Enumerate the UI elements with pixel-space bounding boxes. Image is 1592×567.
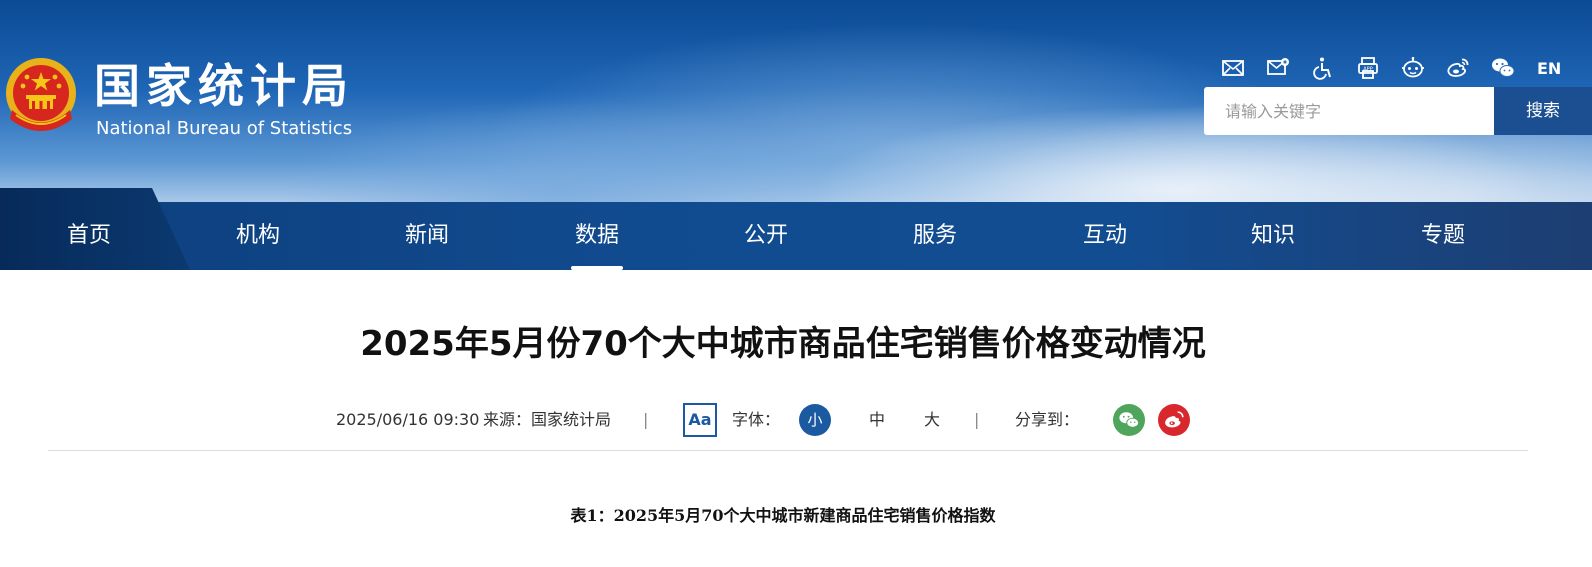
nav-item-home[interactable]: 首页 (29, 202, 149, 270)
meta-separator: | (643, 410, 649, 429)
nav-item-organization[interactable]: 机构 (198, 202, 318, 270)
publish-datetime: 2025/06/16 09:30 (336, 410, 480, 429)
site-name-chinese[interactable]: 国家统计局 (94, 58, 354, 114)
app-icon[interactable]: APP (1355, 55, 1381, 81)
share-wechat-button[interactable] (1113, 404, 1145, 436)
nav-item-news[interactable]: 新闻 (367, 202, 487, 270)
font-size-medium-button[interactable]: 中 (869, 410, 885, 430)
weibo-icon (1165, 411, 1184, 428)
article-meta: 2025/06/16 09:30 来源：国家统计局 | Aa 字体： 小 中 大… (0, 402, 1592, 438)
nav-item-knowledge[interactable]: 知识 (1213, 202, 1333, 270)
site-name-english[interactable]: National Bureau of Statistics (96, 118, 352, 140)
wechat-icon[interactable] (1490, 55, 1516, 81)
mail-settings-icon[interactable] (1265, 55, 1291, 81)
national-emblem-icon[interactable] (2, 55, 80, 139)
nav-item-services[interactable]: 服务 (875, 202, 995, 270)
meta-divider (48, 450, 1528, 451)
share-label: 分享到： (1015, 410, 1080, 429)
font-size-large-button[interactable]: 大 (924, 410, 940, 430)
nav-item-interaction[interactable]: 互动 (1045, 202, 1165, 270)
font-size-icon: Aa (683, 403, 717, 437)
article-title: 2025年5月份70个大中城市商品住宅销售价格变动情况 (360, 324, 1206, 364)
nav-item-data[interactable]: 数据 (537, 202, 657, 270)
nav-item-topics[interactable]: 专题 (1383, 202, 1503, 270)
meta-separator: | (974, 410, 980, 429)
share-weibo-button[interactable] (1158, 404, 1190, 436)
font-size-small-button[interactable]: 小 (799, 404, 831, 436)
header-tools: APP EN (1220, 54, 1561, 82)
nav-active-indicator (571, 266, 623, 270)
table-caption: 表1：2025年5月70个大中城市新建商品住宅销售价格指数 (570, 506, 996, 525)
robot-icon[interactable] (1400, 55, 1426, 81)
nav-item-disclosure[interactable]: 公开 (706, 202, 826, 270)
search-input[interactable] (1204, 87, 1494, 135)
site-header: 国家统计局 National Bureau of Statistics APP … (0, 0, 1592, 202)
font-size-label: 字体： (732, 410, 781, 429)
weibo-icon[interactable] (1445, 55, 1471, 81)
wechat-icon (1119, 412, 1140, 428)
search-button[interactable]: 搜索 (1494, 87, 1592, 135)
mail-icon[interactable] (1220, 55, 1246, 81)
main-nav: 首页 机构 新闻 数据 公开 服务 互动 知识 专题 (0, 188, 1592, 270)
language-switch-en[interactable]: EN (1537, 59, 1561, 78)
accessibility-icon[interactable] (1310, 55, 1336, 81)
article-source: 来源：国家统计局 (483, 410, 612, 429)
svg-text:APP: APP (1363, 67, 1372, 73)
